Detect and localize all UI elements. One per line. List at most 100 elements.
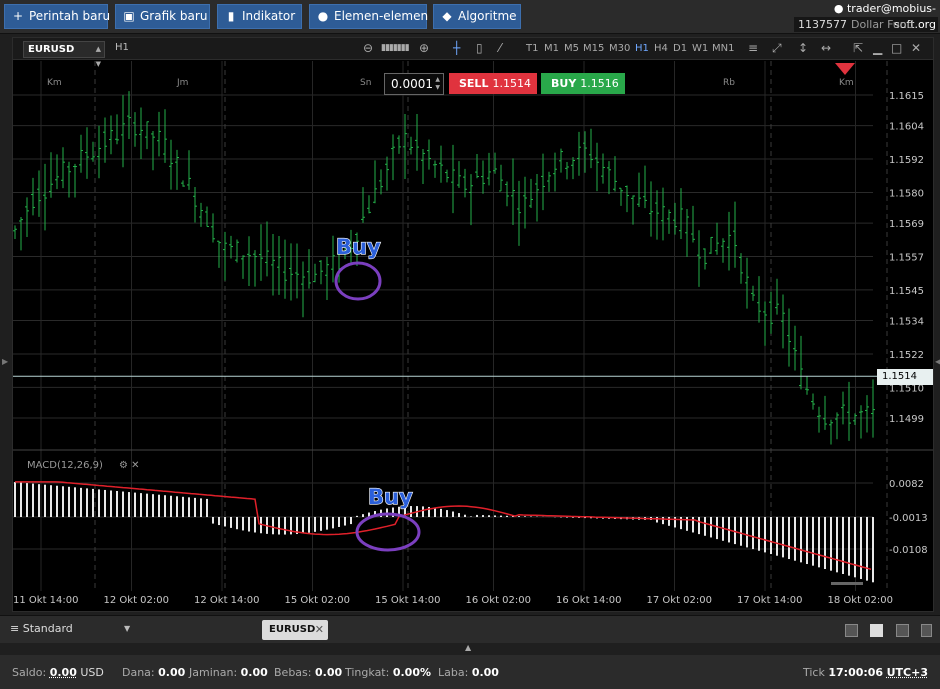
buy-button[interactable]: BUY 1.1516	[541, 73, 625, 94]
macd-signal-line	[15, 482, 871, 569]
spinner-icon[interactable]: ▲ ▼	[435, 76, 440, 92]
detach-icon[interactable]: ⇱	[853, 41, 863, 55]
left-collapse-handle[interactable]: ▶	[0, 37, 10, 612]
price-tick-label: 1.1569	[889, 219, 924, 230]
chart-timeframe-label: H1	[115, 42, 129, 53]
time-tick-label: 15 Okt 14:00	[375, 595, 440, 606]
macd-tick-label: -0.0108	[889, 545, 928, 556]
horizontal-scrollbar[interactable]	[831, 582, 863, 585]
layout-single-icon[interactable]	[845, 624, 858, 637]
macd-tick-label: -0.0013	[889, 513, 928, 524]
price-tick-label: 1.1522	[889, 350, 924, 361]
algorithm-icon: ◆	[440, 5, 454, 28]
day-label: Sn	[360, 78, 371, 88]
tf-m15[interactable]: M15	[583, 43, 604, 54]
time-tick-label: 18 Okt 02:00	[828, 595, 893, 606]
bebas: Bebas: 0.00	[274, 666, 342, 679]
new-chart-button[interactable]: ▣ Grafik baru	[115, 4, 210, 29]
zoom-slider[interactable]: ▮▮▮▮▮▮▮	[381, 43, 409, 53]
minimize-icon[interactable]: ▁	[873, 41, 882, 55]
buy-annotation-macd: Buy	[368, 485, 413, 509]
time-tick-label: 16 Okt 14:00	[556, 595, 621, 606]
crosshair-icon[interactable]: ↔	[821, 41, 831, 55]
time-tick-label: 11 Okt 14:00	[13, 595, 78, 606]
price-tick-label: 1.1615	[889, 91, 924, 102]
laba: Laba: 0.00	[438, 666, 499, 679]
macd-settings-icon[interactable]: ⚙ ✕	[119, 460, 140, 471]
buy-circle-macd	[357, 514, 419, 550]
macd-tick-label: 0.0082	[889, 479, 924, 490]
tf-mn1[interactable]: MN1	[712, 43, 734, 54]
time-tick-label: 17 Okt 02:00	[647, 595, 712, 606]
indicator-icon: ▮	[224, 5, 238, 28]
user-icon: ●	[834, 2, 844, 15]
current-price-tag: 1.1514	[877, 369, 933, 385]
account-fund: Dollar Fund	[851, 18, 914, 31]
jaminan: Jaminan: 0.00	[189, 666, 268, 679]
time-tick-label: 12 Okt 02:00	[104, 595, 169, 606]
close-icon[interactable]: ✕	[911, 41, 921, 55]
chart-canvas[interactable]: 1.1615 1.1604 1.1592 1.1580 1.1569 1.1557 1.15…	[13, 61, 933, 612]
time-tick-label: 12 Okt 14:00	[194, 595, 259, 606]
tf-t1[interactable]: T1	[526, 43, 538, 54]
right-collapse-handle[interactable]: ◀	[934, 37, 940, 612]
indicator-button[interactable]: ▮ Indikator	[217, 4, 302, 29]
tf-m5[interactable]: M5	[564, 43, 579, 54]
new-order-button[interactable]: + Perintah baru	[4, 4, 108, 29]
candle-chart-icon[interactable]: ▯	[476, 41, 483, 55]
quantity-input[interactable]: 0.0001 ▲ ▼	[384, 73, 444, 95]
zoom-out-icon[interactable]: ⊖	[363, 41, 373, 55]
chart-window: EURUSD ▲ ▼ H1 ⊖ ▮▮▮▮▮▮▮ ⊕ ┼ ▯ ⁄ T1 M1 M5 M…	[12, 37, 934, 612]
buy-annotation-price: Buy	[336, 235, 381, 259]
sell-button[interactable]: SELL 1.1514	[449, 73, 537, 94]
symbol-select[interactable]: EURUSD ▲ ▼	[23, 41, 105, 58]
price-tick-label: 1.1592	[889, 155, 924, 166]
tf-d1[interactable]: D1	[673, 43, 687, 54]
tab-close-icon[interactable]: ✕	[315, 620, 324, 640]
layout-grid-icon[interactable]	[870, 624, 883, 637]
account-panel[interactable]: ● trader@mobius-soft.org 1137577 Dollar F…	[794, 1, 938, 33]
day-label: Jm	[176, 78, 188, 88]
elements-button[interactable]: ● Elemen-elemen	[309, 4, 427, 29]
price-tick-label: 1.1510	[889, 383, 924, 394]
tab-eurusd[interactable]: EURUSD ✕	[262, 620, 328, 640]
time-tick-label: 16 Okt 02:00	[466, 595, 531, 606]
bar-chart-icon[interactable]: ┼	[453, 41, 460, 55]
status-bar: ▲ Saldo: 0.00 USD Dana: 0.00 Jaminan: 0.…	[0, 655, 940, 689]
dana: Dana: 0.00	[122, 666, 185, 679]
tf-m1[interactable]: M1	[544, 43, 559, 54]
day-label: Rb	[723, 78, 735, 88]
time-tick-label: 15 Okt 02:00	[285, 595, 350, 606]
maximize-icon[interactable]: □	[891, 41, 902, 55]
scale-icon[interactable]: ↕	[798, 41, 808, 55]
tf-w1[interactable]: W1	[692, 43, 708, 54]
main-toolbar: + Perintah baru ▣ Grafik baru ▮ Indikator ●…	[0, 0, 940, 34]
account-id: 1137577	[798, 18, 847, 31]
current-bar-marker-icon	[835, 63, 855, 75]
line-chart-icon[interactable]: ⁄	[499, 41, 501, 55]
price-tick-label: 1.1534	[889, 317, 924, 328]
workspace-icon: ≡	[10, 622, 19, 635]
workspace-bar: ≡ Standard ▼ EURUSD ✕	[0, 615, 940, 643]
day-label: Km	[47, 78, 62, 88]
price-tick-label: 1.1557	[889, 253, 924, 264]
zoom-in-icon[interactable]: ⊕	[419, 41, 429, 55]
tingkat: Tingkat: 0.00%	[345, 666, 431, 679]
indicator-list-icon[interactable]: ≡	[748, 41, 758, 55]
trendline-icon[interactable]: ⤢	[772, 41, 782, 56]
day-label: Km	[839, 78, 854, 88]
panel-toggle-icon[interactable]: ▲	[465, 643, 471, 652]
macd-label: MACD(12,26,9)	[27, 460, 103, 471]
tf-m30[interactable]: M30	[609, 43, 630, 54]
clock: Tick 17:00:06 UTC+3	[803, 666, 928, 679]
chevron-down-icon: ▼	[124, 624, 130, 633]
timezone-select[interactable]: UTC+3	[887, 666, 928, 679]
tf-h4[interactable]: H4	[654, 43, 668, 54]
workspace-select[interactable]: ≡ Standard ▼	[10, 622, 73, 635]
layout-split-icon[interactable]	[921, 624, 932, 637]
saldo: Saldo: 0.00 USD	[12, 666, 104, 679]
algorithm-button[interactable]: ◆ Algoritme	[433, 4, 521, 29]
layout-columns-icon[interactable]	[896, 624, 909, 637]
price-tick-label: 1.1604	[889, 122, 924, 133]
tf-h1[interactable]: H1	[635, 43, 649, 54]
